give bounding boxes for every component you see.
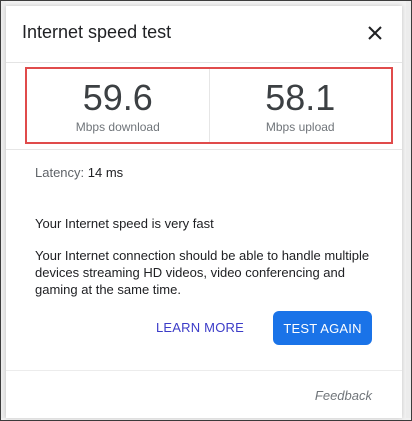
upload-value: 58.1 bbox=[265, 77, 336, 118]
download-value: 59.6 bbox=[82, 77, 153, 118]
dialog-title: Internet speed test bbox=[22, 22, 172, 42]
close-icon bbox=[368, 26, 382, 40]
latency-label: Latency: bbox=[35, 165, 85, 180]
speed-description: Your Internet connection should be able … bbox=[35, 248, 370, 297]
learn-more-link[interactable]: LEARN MORE bbox=[156, 320, 244, 335]
speed-results: 59.6 Mbps download 58.1 Mbps upload bbox=[25, 67, 393, 144]
download-unit: Mbps download bbox=[75, 120, 160, 134]
section-divider bbox=[6, 149, 402, 150]
dialog-header: Internet speed test bbox=[6, 6, 402, 63]
upload-unit: Mbps upload bbox=[265, 120, 335, 134]
close-button[interactable] bbox=[362, 20, 388, 46]
speed-test-dialog: Internet speed test 59.6 Mbps download 5… bbox=[6, 6, 402, 418]
test-again-button[interactable]: TEST AGAIN bbox=[273, 311, 372, 345]
footer-divider bbox=[6, 370, 402, 371]
latency-row: Latency: 14 ms bbox=[35, 165, 123, 180]
feedback-link[interactable]: Feedback bbox=[315, 388, 372, 403]
latency-value: 14 ms bbox=[87, 165, 124, 180]
speed-headline: Your Internet speed is very fast bbox=[35, 216, 214, 231]
background-right bbox=[406, 1, 411, 418]
download-stat: 59.6 Mbps download bbox=[27, 69, 209, 142]
upload-stat: 58.1 Mbps upload bbox=[208, 69, 392, 142]
